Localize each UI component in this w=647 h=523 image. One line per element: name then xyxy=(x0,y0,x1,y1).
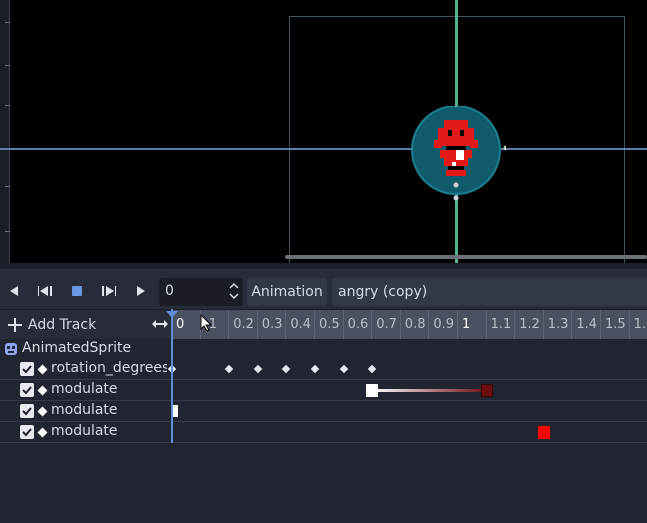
ruler-tick-label: 0.4 xyxy=(290,317,312,332)
ruler-tick-label: 1 xyxy=(462,317,471,332)
track-row[interactable]: modulate xyxy=(0,401,647,422)
node-name: AnimatedSprite xyxy=(22,340,132,356)
track-enabled-checkbox[interactable] xyxy=(20,404,34,418)
timeline-header: Add Track 0.10.20.30.40.50.60.70.80.911.… xyxy=(0,309,647,340)
ruler-tick-label: 0.7 xyxy=(376,317,397,332)
stop-icon[interactable] xyxy=(66,280,88,302)
ruler-tick-line xyxy=(600,310,601,340)
ruler-tick-label: 1.1 xyxy=(490,317,512,332)
color-keyframe[interactable] xyxy=(366,384,379,397)
ruler-tick-line xyxy=(256,310,258,340)
ruler-tick-line xyxy=(314,310,315,340)
ruler-tick-label: 1.3 xyxy=(547,317,569,332)
time-value[interactable]: 0 xyxy=(165,283,174,299)
ruler-tick-line xyxy=(457,310,458,340)
animated-sprite-icon xyxy=(5,343,17,355)
animation-selected-value: angry (copy) xyxy=(338,284,428,300)
ruler-tick-label: 1.5 xyxy=(605,317,626,332)
ruler-tick-label: 0.9 xyxy=(433,317,455,332)
property-track-icon xyxy=(37,406,48,417)
ruler-tick-label: 0.3 xyxy=(261,317,283,332)
ruler-tick-line xyxy=(228,310,230,340)
playhead-handle[interactable] xyxy=(166,311,178,318)
track-row[interactable]: modulate xyxy=(0,422,647,443)
track-row[interactable]: rotation_degrees xyxy=(0,359,647,380)
keyframe-diamond[interactable] xyxy=(253,364,263,374)
animated-sprite-preview[interactable] xyxy=(403,95,509,206)
color-keyframe[interactable] xyxy=(537,426,550,439)
play-backwards-from-end-icon[interactable] xyxy=(34,280,56,302)
node-row[interactable]: AnimatedSprite xyxy=(0,339,647,359)
ruler-tick-line xyxy=(514,310,516,340)
property-track-icon xyxy=(37,364,48,375)
keyframe-diamond[interactable] xyxy=(310,364,320,374)
ruler-tick-label: 0.6 xyxy=(347,317,369,332)
ruler-tick-line xyxy=(285,310,287,340)
timeline-ruler[interactable]: 0.10.20.30.40.50.60.70.80.911.11.21.31.4… xyxy=(172,310,647,340)
modulate-gradient xyxy=(372,389,487,392)
ruler-tick-label: 0.8 xyxy=(404,317,426,332)
x-axis-line xyxy=(0,148,647,150)
ruler-tick-line xyxy=(342,310,344,340)
plus-icon xyxy=(8,318,22,332)
add-track-button[interactable]: Add Track xyxy=(8,315,96,335)
ruler-tick-line xyxy=(542,310,544,340)
ruler-tick-label: 0.2 xyxy=(233,317,254,332)
ruler-tick-label: 1.6 xyxy=(633,317,647,332)
track-list: AnimatedSprite rotation_degrees modulate m… xyxy=(0,339,647,523)
track-name: modulate xyxy=(51,402,118,418)
track-enabled-checkbox[interactable] xyxy=(20,383,34,397)
canvas-horizontal-scrollbar[interactable] xyxy=(285,255,647,259)
ruler-tick-line xyxy=(571,310,573,340)
keyframe-diamond[interactable] xyxy=(339,364,348,374)
track-name: modulate xyxy=(51,381,118,397)
play-backwards-icon[interactable] xyxy=(3,280,25,302)
timeline-zoom-icon[interactable] xyxy=(152,318,168,330)
playhead[interactable] xyxy=(171,309,173,443)
animation-editor: 0 Animation angry (copy) Add Track 0.10.… xyxy=(0,0,647,523)
animation-label: Animation xyxy=(247,278,327,306)
track-enabled-checkbox[interactable] xyxy=(20,362,34,376)
track-enabled-checkbox[interactable] xyxy=(20,425,34,439)
mouse-cursor-icon xyxy=(200,314,212,332)
ruler-tick-label: 1.2 xyxy=(519,317,540,332)
color-keyframe[interactable] xyxy=(480,384,493,397)
track-name: rotation_degrees xyxy=(51,360,167,376)
animation-label-text: Animation xyxy=(251,284,323,300)
track-name: modulate xyxy=(51,423,118,439)
ruler-tick-line xyxy=(371,310,373,340)
property-track-icon xyxy=(37,427,48,438)
canvas-viewport[interactable] xyxy=(0,0,647,263)
ruler-tick-line xyxy=(399,310,401,340)
track-row[interactable]: modulate xyxy=(0,380,647,401)
property-track-icon xyxy=(37,385,48,396)
playback-toolbar: 0 Animation angry (copy) xyxy=(0,263,647,309)
time-spinbox[interactable]: 0 xyxy=(159,278,243,306)
play-icon[interactable] xyxy=(130,280,152,302)
play-from-start-icon[interactable] xyxy=(98,280,120,302)
keyframe-diamond[interactable] xyxy=(282,364,291,374)
keyframe-diamond[interactable] xyxy=(367,364,377,374)
ruler-tick-line xyxy=(628,310,630,340)
color-keyframe[interactable] xyxy=(173,405,178,417)
ruler-tick-line xyxy=(428,310,430,340)
ruler-tick-label: 0 xyxy=(176,317,185,332)
ruler-tick-label: 0.5 xyxy=(319,317,340,332)
vertical-ruler xyxy=(0,0,10,263)
keyframe-diamond[interactable] xyxy=(224,364,234,374)
ruler-tick-line xyxy=(485,310,487,340)
spin-arrows-icon[interactable] xyxy=(229,282,239,300)
add-track-label: Add Track xyxy=(28,317,97,333)
animation-select[interactable]: angry (copy) xyxy=(332,278,647,306)
ruler-tick-label: 1.4 xyxy=(576,317,598,332)
